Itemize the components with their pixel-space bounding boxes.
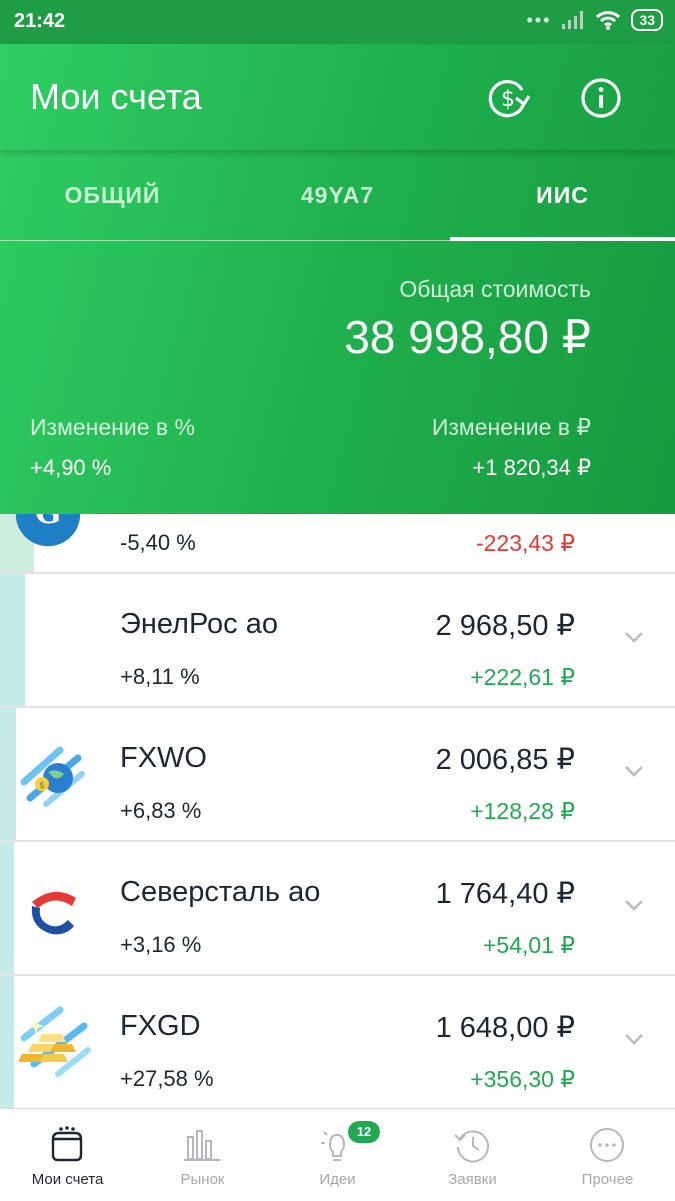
currency-refresh-icon: $ [488, 80, 530, 118]
currency-exchange-button[interactable]: $ [484, 74, 532, 122]
info-icon [581, 78, 621, 118]
ideas-count-badge: 12 [348, 1121, 380, 1143]
nav-label: Идеи [319, 1171, 356, 1188]
history-clock-icon [454, 1130, 489, 1163]
position-color-bar [0, 976, 14, 1108]
change-rub-value: +1 820,34 ₽ [472, 455, 591, 480]
nav-my-accounts[interactable]: Мои счета [0, 1109, 135, 1201]
position-row[interactable]: FXGD +27,58 % 1 648,00 ₽ +356,30 ₽ [0, 976, 675, 1108]
chevron-down-icon[interactable] [623, 626, 645, 648]
gold-bars-logo-icon [18, 1006, 91, 1077]
globe-money-logo-icon: $ [20, 746, 85, 807]
position-row[interactable]: ЭнелРос ао +8,11 % 2 968,50 ₽ +222,61 ₽ [0, 574, 675, 708]
wallet-icon [51, 1126, 83, 1162]
tab-iis[interactable]: ИИС [450, 150, 675, 240]
signal-icon [562, 11, 584, 29]
change-percent-label: Изменение в % [30, 414, 195, 440]
position-change-percent: +6,83 % [120, 798, 202, 823]
wifi-icon [596, 11, 621, 30]
change-percent-value: +4,90 % [30, 455, 112, 480]
nav-label: Заявки [448, 1171, 497, 1188]
position-price: 2 968,50 ₽ [435, 610, 575, 642]
svg-text:$: $ [501, 87, 515, 112]
severstal-logo-icon [31, 891, 76, 935]
position-change-percent: -5,40 % [120, 530, 196, 555]
position-color-bar [0, 574, 25, 706]
nav-orders[interactable]: Заявки [405, 1109, 540, 1201]
position-name: Северсталь ао [120, 876, 321, 908]
position-change-percent: +3,16 % [120, 932, 202, 957]
chevron-down-icon[interactable] [623, 1028, 645, 1050]
svg-text:G: G [35, 514, 61, 531]
chevron-down-icon[interactable] [623, 894, 645, 916]
page-title: Мои счета [30, 76, 202, 117]
tab-account-49ya7[interactable]: 49YA7 [225, 150, 450, 240]
position-price: 1 648,00 ₽ [435, 1012, 575, 1044]
position-row[interactable]: Северсталь ао +3,16 % 1 764,40 ₽ +54,01 … [0, 842, 675, 976]
bar-chart-icon [184, 1130, 220, 1161]
position-color-bar [0, 842, 14, 974]
positions-list[interactable]: G -5,40 % -223,43 ₽ ЭнелРос ао +8,11 % 2… [0, 514, 675, 1108]
status-time: 21:42 [14, 10, 66, 32]
total-value-label: Общая стоимость [399, 276, 591, 302]
position-price: 2 006,85 ₽ [435, 744, 575, 776]
active-tab-indicator [450, 237, 675, 241]
position-color-bar [0, 708, 16, 840]
nav-market[interactable]: Рынок [135, 1109, 270, 1201]
info-button[interactable] [577, 74, 625, 122]
total-value: 38 998,80 ₽ [344, 311, 591, 363]
position-change-rub: +128,28 ₽ [470, 798, 575, 824]
position-price: 1 764,40 ₽ [435, 878, 575, 910]
change-rub-label: Изменение в ₽ [431, 414, 591, 440]
position-change-rub: +222,61 ₽ [470, 664, 575, 690]
g-circle-logo-icon: G [15, 514, 81, 547]
status-icons: ••• 33 [527, 9, 663, 31]
nav-label: Мои счета [31, 1171, 104, 1188]
position-change-percent: +27,58 % [120, 1066, 214, 1091]
position-change-percent: +8,11 % [120, 664, 200, 689]
battery-indicator: 33 [631, 9, 663, 31]
position-name: FXWO [120, 742, 207, 774]
app-bar: Мои счета $ [0, 44, 675, 150]
more-dots-icon [590, 1128, 624, 1162]
position-name: ЭнелРос ао [120, 608, 278, 640]
nav-label: Прочее [581, 1171, 634, 1188]
position-change-rub: +54,01 ₽ [482, 932, 575, 958]
nav-more[interactable]: Прочее [540, 1109, 675, 1201]
account-header: Мои счета $ ОБЩИЙ 49YA7 ИИС Общая стоимо… [0, 44, 675, 514]
svg-text:$: $ [39, 781, 45, 791]
account-tabs: ОБЩИЙ 49YA7 ИИС [0, 150, 675, 241]
position-change-rub: +356,30 ₽ [470, 1066, 575, 1092]
position-change-rub: -223,43 ₽ [475, 530, 575, 556]
position-row[interactable]: $ FXWO +6,83 % 2 006,85 ₽ +128,28 ₽ [0, 708, 675, 842]
chevron-down-icon[interactable] [623, 760, 645, 782]
bottom-navigation: Мои счета Рынок 12 Идеи Заявки Прочее [0, 1108, 675, 1201]
notification-dots-icon: ••• [526, 9, 552, 30]
tab-general[interactable]: ОБЩИЙ [0, 150, 225, 240]
status-bar: 21:42 ••• 33 [0, 0, 675, 44]
position-row[interactable]: G -5,40 % -223,43 ₽ [0, 514, 675, 574]
nav-ideas[interactable]: 12 Идеи [270, 1109, 405, 1201]
nav-label: Рынок [180, 1171, 225, 1188]
position-name: FXGD [120, 1010, 201, 1042]
